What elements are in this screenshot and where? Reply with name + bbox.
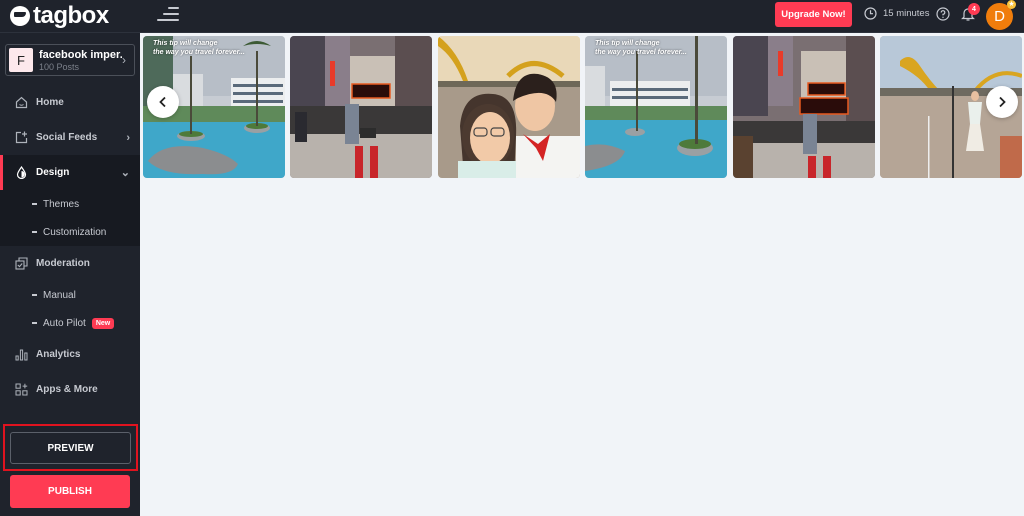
feed-post-count: 100 Posts	[39, 61, 80, 72]
post-image	[585, 36, 727, 178]
preview-highlight: PREVIEW	[3, 424, 138, 471]
home-icon	[14, 96, 28, 110]
post-caption: This tip will change the way you travel …	[595, 40, 687, 56]
dash-icon	[32, 322, 37, 324]
drop-icon	[14, 166, 28, 180]
sidebar: tagbox F facebook imper... 100 Posts › H…	[0, 0, 140, 516]
post-image	[438, 36, 580, 178]
top-header: Upgrade Now! 15 minutes 4 D ★	[140, 0, 1024, 33]
sidebar-subitem-manual[interactable]: Manual	[0, 281, 140, 309]
apps-icon	[14, 383, 28, 397]
sidebar-subitem-customization[interactable]: Customization	[0, 218, 140, 246]
gallery-tile[interactable]	[438, 36, 580, 178]
brand-name: tagbox	[33, 2, 109, 29]
feed-avatar: F	[9, 48, 33, 72]
moderation-icon	[14, 257, 28, 271]
sidebar-item-social-feeds[interactable]: Social Feeds ›	[0, 120, 140, 155]
new-badge: New	[91, 317, 115, 329]
design-submenu: Themes Customization	[0, 190, 140, 246]
post-gallery-carousel: This tip will change the way you travel …	[143, 36, 1024, 179]
sidebar-subitem-label: Themes	[43, 198, 80, 210]
sidebar-subitem-themes[interactable]: Themes	[0, 190, 140, 218]
sidebar-nav: Home Social Feeds › Design ⌄ Themes Cust…	[0, 85, 140, 407]
feed-name: facebook imper...	[39, 48, 122, 61]
post-image	[733, 36, 875, 178]
chevron-right-icon: ›	[126, 131, 130, 144]
post-caption: This tip will change the way you travel …	[153, 40, 245, 56]
post-image	[290, 36, 432, 178]
dash-icon	[32, 203, 37, 205]
sidebar-item-label: Home	[36, 97, 64, 108]
sidebar-subitem-label: Auto Pilot	[43, 317, 86, 329]
sidebar-item-label: Design	[36, 167, 70, 178]
sidebar-item-design[interactable]: Design ⌄	[0, 155, 140, 190]
publish-button[interactable]: PUBLISH	[10, 475, 130, 508]
bar-chart-icon	[14, 348, 28, 362]
sidebar-item-home[interactable]: Home	[0, 85, 140, 120]
logo[interactable]: tagbox	[0, 0, 140, 33]
sidebar-item-analytics[interactable]: Analytics	[0, 337, 140, 372]
clock-icon	[864, 7, 877, 20]
timer-text: 15 minutes	[883, 8, 930, 19]
sidebar-subitem-label: Customization	[43, 226, 107, 238]
sidebar-item-label: Analytics	[36, 349, 81, 360]
chevron-right-icon	[999, 96, 1006, 108]
gallery-tile[interactable]: This tip will change the way you travel …	[585, 36, 727, 178]
menu-toggle-icon[interactable]	[157, 7, 179, 21]
add-feed-icon	[14, 131, 28, 145]
chevron-left-icon	[159, 96, 166, 108]
preview-button[interactable]: PREVIEW	[10, 432, 131, 464]
carousel-next-button[interactable]	[986, 86, 1018, 118]
feed-selector[interactable]: F facebook imper... 100 Posts ›	[5, 44, 135, 76]
premium-star-icon: ★	[1007, 0, 1016, 9]
chevron-right-icon: ›	[122, 53, 126, 67]
notification-count-badge: 4	[968, 3, 980, 15]
moderation-submenu: Manual Auto Pilot New	[0, 281, 140, 337]
upgrade-button[interactable]: Upgrade Now!	[775, 2, 852, 27]
sidebar-item-label: Social Feeds	[36, 132, 98, 143]
carousel-prev-button[interactable]	[147, 86, 179, 118]
sidebar-item-label: Moderation	[36, 258, 90, 269]
tagbox-logo-icon	[10, 6, 30, 26]
sidebar-item-label: Apps & More	[36, 384, 98, 395]
sidebar-subitem-auto-pilot[interactable]: Auto Pilot New	[0, 309, 140, 337]
dash-icon	[32, 294, 37, 296]
gallery-tile[interactable]	[733, 36, 875, 178]
help-icon[interactable]	[936, 7, 950, 26]
sidebar-subitem-label: Manual	[43, 289, 76, 301]
chevron-down-icon: ⌄	[120, 167, 130, 179]
gallery-tile[interactable]	[290, 36, 432, 178]
sidebar-item-apps-more[interactable]: Apps & More	[0, 372, 140, 407]
sidebar-item-moderation[interactable]: Moderation	[0, 246, 140, 281]
dash-icon	[32, 231, 37, 233]
trial-timer: 15 minutes	[864, 7, 929, 20]
